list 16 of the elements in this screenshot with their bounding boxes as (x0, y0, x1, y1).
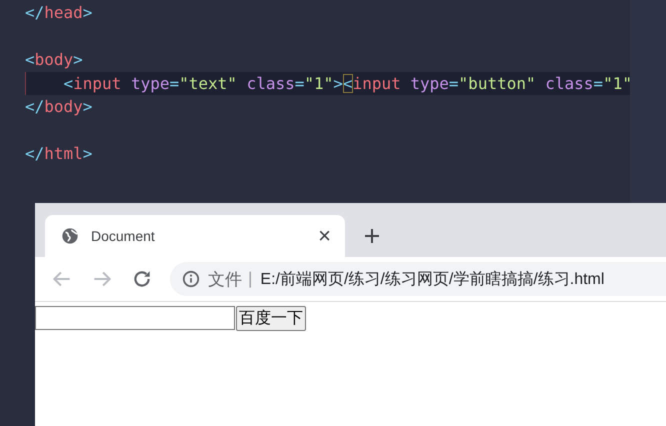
address-bar[interactable]: 文件 | E:/前端网页/练习/练习网页/学前瞎搞搞/练习.html (170, 262, 666, 296)
browser-tab[interactable]: Document × (45, 215, 345, 257)
code-line: </head> (25, 2, 94, 24)
separator-text: | (248, 269, 252, 289)
close-tab-button[interactable]: × (318, 225, 331, 247)
new-tab-icon[interactable] (364, 228, 380, 244)
file-label: 文件 (208, 268, 242, 290)
text-input-field[interactable] (35, 306, 235, 330)
tab-title: Document (91, 228, 156, 244)
url-text: E:/前端网页/练习/练习网页/学前瞎搞搞/练习.html (260, 270, 604, 290)
globe-icon (61, 227, 79, 245)
code-line: <body> (25, 49, 84, 71)
info-icon[interactable] (182, 270, 200, 288)
code-line: </body> (25, 96, 94, 118)
code-line: </html> (25, 143, 94, 165)
search-button[interactable]: 百度一下 (236, 306, 306, 331)
